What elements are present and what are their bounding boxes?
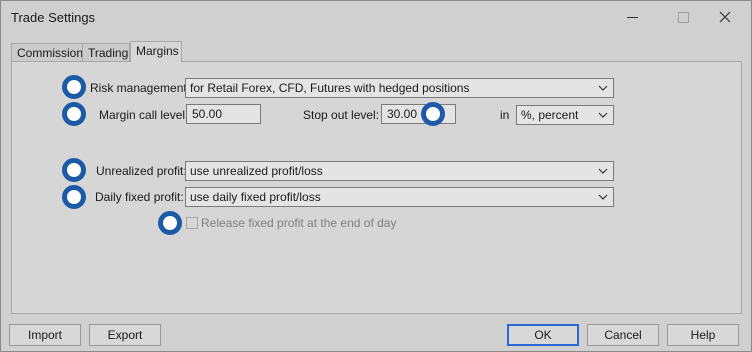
- release-fixed-profit-checkbox[interactable]: [186, 217, 198, 229]
- annotation-marker: [421, 102, 445, 126]
- unit-value: %, percent: [521, 108, 579, 122]
- close-button[interactable]: [705, 5, 745, 29]
- cancel-button[interactable]: Cancel: [587, 324, 659, 346]
- risk-management-label: Risk management:: [90, 81, 191, 95]
- minimize-button[interactable]: [613, 5, 653, 29]
- risk-management-value: for Retail Forex, CFD, Futures with hedg…: [190, 81, 470, 95]
- close-icon: [719, 11, 731, 23]
- title-bar: Trade Settings: [1, 1, 751, 33]
- margin-call-input[interactable]: 50.00: [186, 104, 261, 124]
- annotation-marker: [62, 102, 86, 126]
- stop-out-label: Stop out level:: [303, 108, 380, 122]
- export-button[interactable]: Export: [89, 324, 161, 346]
- maximize-icon: [678, 12, 689, 23]
- annotation-marker: [158, 211, 182, 235]
- help-button[interactable]: Help: [667, 324, 739, 346]
- chevron-down-icon: [598, 85, 608, 91]
- daily-fixed-profit-select[interactable]: use daily fixed profit/loss: [185, 187, 614, 207]
- chevron-down-icon: [598, 168, 608, 174]
- unrealized-profit-label: Unrealized profit:: [96, 164, 187, 178]
- daily-fixed-profit-value: use daily fixed profit/loss: [190, 190, 321, 204]
- ok-button[interactable]: OK: [507, 324, 579, 346]
- daily-fixed-profit-label: Daily fixed profit:: [95, 190, 184, 204]
- window-title: Trade Settings: [11, 10, 96, 25]
- margin-call-label: Margin call level:: [99, 108, 189, 122]
- trade-settings-window: Trade Settings Commissions Trading Margi…: [0, 0, 752, 352]
- annotation-marker: [62, 158, 86, 182]
- tab-commissions[interactable]: Commissions: [11, 43, 89, 61]
- annotation-marker: [62, 185, 86, 209]
- tab-margins[interactable]: Margins: [130, 41, 182, 62]
- chevron-down-icon: [598, 112, 608, 118]
- unit-label: in: [500, 108, 510, 122]
- tab-trading[interactable]: Trading: [82, 43, 130, 61]
- annotation-marker: [62, 75, 86, 99]
- risk-management-select[interactable]: for Retail Forex, CFD, Futures with hedg…: [185, 78, 614, 98]
- unit-select[interactable]: %, percent: [516, 105, 614, 125]
- chevron-down-icon: [598, 194, 608, 200]
- maximize-button[interactable]: [663, 5, 703, 29]
- margin-call-value: 50.00: [192, 107, 223, 121]
- import-button[interactable]: Import: [9, 324, 81, 346]
- release-fixed-profit-label: Release fixed profit at the end of day: [201, 216, 397, 230]
- unrealized-profit-value: use unrealized profit/loss: [190, 164, 323, 178]
- unrealized-profit-select[interactable]: use unrealized profit/loss: [185, 161, 614, 181]
- stop-out-value: 30.00: [387, 107, 418, 121]
- minimize-icon: [627, 17, 638, 18]
